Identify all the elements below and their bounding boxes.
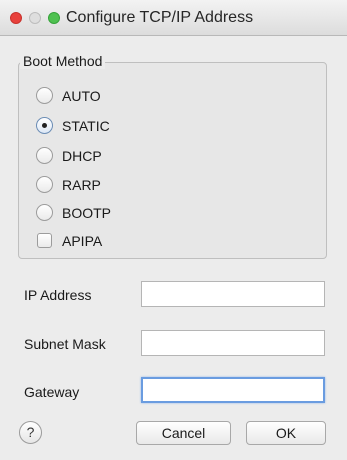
zoom-window-button[interactable] xyxy=(48,12,60,24)
radio-bootp-label: BOOTP xyxy=(62,205,112,221)
radio-static-label: STATIC xyxy=(62,118,110,134)
boot-method-legend: Boot Method xyxy=(20,53,106,69)
apipa-checkbox[interactable] xyxy=(37,233,52,248)
close-window-button[interactable] xyxy=(10,12,22,24)
configure-tcpip-dialog: Configure TCP/IP Address Boot Method AUT… xyxy=(0,0,347,460)
ip-address-input[interactable] xyxy=(141,281,325,307)
radio-auto-label: AUTO xyxy=(62,88,101,104)
help-button[interactable]: ? xyxy=(19,421,42,444)
ip-address-label: IP Address xyxy=(24,287,92,303)
apipa-label: APIPA xyxy=(62,233,103,249)
subnet-mask-input[interactable] xyxy=(141,330,325,356)
radio-dhcp[interactable] xyxy=(36,147,53,164)
title-bar[interactable]: Configure TCP/IP Address xyxy=(0,0,347,36)
window-title: Configure TCP/IP Address xyxy=(66,9,254,26)
gateway-label: Gateway xyxy=(24,384,80,400)
radio-rarp-label: RARP xyxy=(62,177,101,193)
minimize-window-button[interactable] xyxy=(29,12,41,24)
cancel-button[interactable]: Cancel xyxy=(136,421,231,445)
ok-button[interactable]: OK xyxy=(246,421,326,445)
radio-dhcp-label: DHCP xyxy=(62,148,102,164)
radio-static[interactable] xyxy=(36,117,53,134)
radio-bootp[interactable] xyxy=(36,204,53,221)
gateway-input[interactable] xyxy=(141,377,325,403)
radio-auto[interactable] xyxy=(36,87,53,104)
subnet-mask-label: Subnet Mask xyxy=(24,336,106,352)
radio-rarp[interactable] xyxy=(36,176,53,193)
